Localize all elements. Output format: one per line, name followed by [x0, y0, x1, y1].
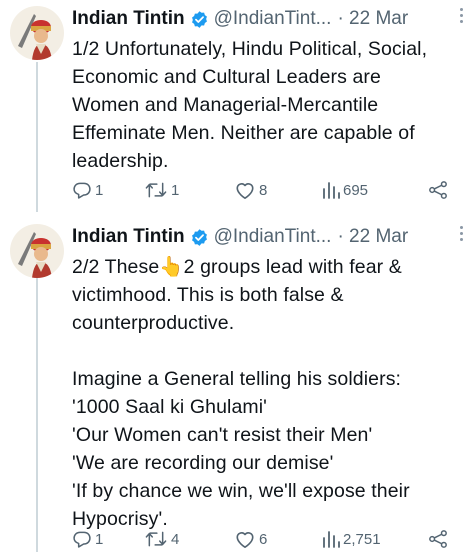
avatar[interactable] — [10, 224, 64, 278]
views-count: 2,751 — [343, 530, 381, 548]
like-count: 6 — [259, 530, 268, 548]
share-button[interactable] — [428, 529, 448, 549]
retweet-button[interactable]: 1 — [144, 180, 234, 200]
author-name[interactable]: Indian Tintin — [72, 226, 185, 248]
views-count: 695 — [343, 181, 369, 199]
share-icon — [428, 529, 448, 549]
reply-count: 1 — [95, 530, 104, 548]
share-button[interactable] — [428, 180, 448, 200]
tweet-actions: 1 4 6 2,751 — [72, 526, 460, 552]
tweet-text: 2/2 These👆2 groups lead with fear & vict… — [72, 256, 410, 530]
views-bar-chart-icon — [322, 529, 340, 549]
tweet-1[interactable]: Indian Tintin @IndianTint... · 22 Mar 1/… — [0, 0, 474, 212]
tweet-header: Indian Tintin @IndianTint... · 22 Mar — [72, 222, 466, 252]
reply-button[interactable]: 1 — [72, 180, 144, 200]
views-bar-chart-icon — [322, 180, 340, 200]
tweet-2[interactable]: Indian Tintin @IndianTint... · 22 Mar 2/… — [0, 212, 474, 552]
avatar[interactable] — [10, 6, 64, 60]
share-icon — [428, 180, 448, 200]
retweet-count: 4 — [171, 530, 180, 548]
views-button[interactable]: 695 — [322, 180, 428, 200]
views-button[interactable]: 2,751 — [322, 529, 428, 549]
verified-badge-icon — [190, 228, 209, 247]
retweet-icon — [144, 529, 168, 549]
more-vertical-icon[interactable] — [460, 226, 466, 244]
heart-icon — [234, 180, 256, 200]
tweet-date[interactable]: · 22 Mar — [337, 226, 408, 248]
retweet-icon — [144, 180, 168, 200]
retweet-count: 1 — [171, 181, 180, 199]
like-button[interactable]: 8 — [234, 180, 322, 200]
author-handle[interactable]: @IndianTint... — [214, 226, 332, 248]
tweet-actions: 1 1 8 695 — [72, 177, 460, 203]
reply-icon — [72, 529, 92, 549]
verified-badge-icon — [190, 10, 209, 29]
tweet-header: Indian Tintin @IndianTint... · 22 Mar — [72, 4, 466, 34]
retweet-button[interactable]: 4 — [144, 529, 234, 549]
author-name[interactable]: Indian Tintin — [72, 8, 185, 30]
tweet-text: 1/2 Unfortunately, Hindu Political, Soci… — [72, 38, 428, 172]
like-button[interactable]: 6 — [234, 529, 322, 549]
reply-button[interactable]: 1 — [72, 529, 144, 549]
author-handle[interactable]: @IndianTint... — [214, 8, 332, 30]
thread-line — [36, 62, 38, 212]
tweet-date[interactable]: · 22 Mar — [337, 8, 408, 30]
reply-icon — [72, 180, 92, 200]
more-vertical-icon[interactable] — [460, 8, 466, 26]
reply-count: 1 — [95, 181, 104, 199]
like-count: 8 — [259, 181, 268, 199]
heart-icon — [234, 529, 256, 549]
thread-line — [36, 262, 38, 552]
